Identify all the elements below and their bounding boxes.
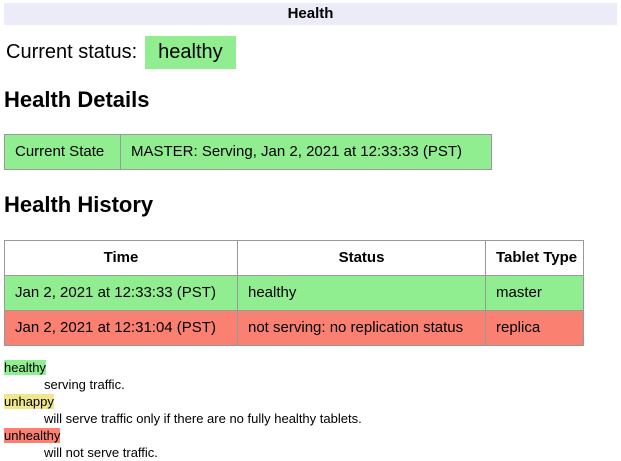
history-header-row: Time Status Tablet Type bbox=[5, 241, 584, 276]
page-title-bar: Health bbox=[4, 3, 617, 25]
legend-definition-unhealthy: will not serve traffic. bbox=[44, 444, 617, 461]
legend-definition-unhappy: will serve traffic only if there are no … bbox=[44, 410, 617, 427]
current-state-row: Current State MASTER: Serving, Jan 2, 20… bbox=[5, 135, 492, 170]
legend-term-healthy: healthy bbox=[4, 359, 617, 376]
health-details-table: Current State MASTER: Serving, Jan 2, 20… bbox=[4, 134, 492, 170]
health-history-table: Time Status Tablet Type Jan 2, 2021 at 1… bbox=[4, 240, 584, 346]
legend-term-unhealthy: unhealthy bbox=[4, 427, 617, 444]
history-column-status: Status bbox=[238, 241, 486, 276]
page-title: Health bbox=[288, 5, 334, 22]
history-cell-time: Jan 2, 2021 at 12:31:04 (PST) bbox=[5, 311, 238, 346]
history-column-time: Time bbox=[5, 241, 238, 276]
status-legend: healthy serving traffic. unhappy will se… bbox=[4, 359, 617, 461]
legend-definition-healthy: serving traffic. bbox=[44, 376, 617, 393]
history-row-unhealthy: Jan 2, 2021 at 12:31:04 (PST) not servin… bbox=[5, 311, 584, 346]
history-cell-tablet-type: replica bbox=[486, 311, 584, 346]
history-cell-status: not serving: no replication status bbox=[238, 311, 486, 346]
current-state-label: Current State bbox=[5, 135, 121, 170]
current-status-line: Current status: healthy bbox=[6, 36, 617, 69]
legend-term-unhappy-highlight: unhappy bbox=[4, 394, 54, 409]
health-history-heading: Health History bbox=[4, 192, 617, 218]
current-status-label: Current status: bbox=[6, 41, 137, 63]
history-cell-tablet-type: master bbox=[486, 276, 584, 311]
legend-term-healthy-highlight: healthy bbox=[4, 360, 46, 375]
health-details-heading: Health Details bbox=[4, 87, 617, 113]
legend-term-unhealthy-highlight: unhealthy bbox=[4, 428, 60, 443]
history-column-tablet-type: Tablet Type bbox=[486, 241, 584, 276]
legend-term-unhappy: unhappy bbox=[4, 393, 617, 410]
current-state-value: MASTER: Serving, Jan 2, 2021 at 12:33:33… bbox=[121, 135, 492, 170]
history-cell-status: healthy bbox=[238, 276, 486, 311]
history-row-healthy: Jan 2, 2021 at 12:33:33 (PST) healthy ma… bbox=[5, 276, 584, 311]
history-cell-time: Jan 2, 2021 at 12:33:33 (PST) bbox=[5, 276, 238, 311]
current-status-badge: healthy bbox=[145, 36, 236, 69]
